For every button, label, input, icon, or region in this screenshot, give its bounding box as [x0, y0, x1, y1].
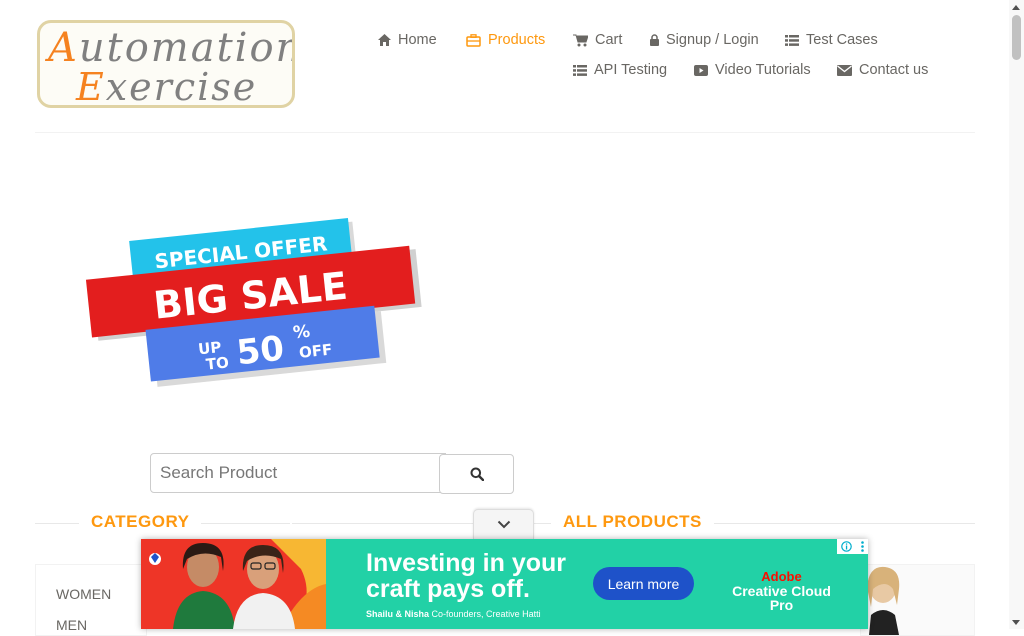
nav-products-label: Products	[488, 32, 546, 48]
ad-collapse-button[interactable]	[473, 509, 534, 539]
banner-amount: 50	[235, 329, 286, 374]
scroll-down-arrow-icon[interactable]	[1012, 620, 1020, 625]
page-scrollbar[interactable]	[1009, 0, 1024, 629]
nav-signup-login[interactable]: Signup / Login	[650, 32, 759, 48]
banner-to: TO	[205, 353, 230, 373]
more-options-icon	[860, 541, 864, 552]
nav-api-testing[interactable]: API Testing	[573, 62, 667, 78]
chevron-down-icon	[497, 520, 510, 529]
scroll-up-arrow-icon[interactable]	[1012, 5, 1020, 10]
banner-off: OFF	[298, 340, 333, 361]
nav-test-cases-label: Test Cases	[806, 32, 878, 48]
youtube-play-icon	[694, 64, 708, 76]
nav-test-cases[interactable]: Test Cases	[785, 32, 878, 48]
product-image	[861, 565, 974, 635]
advertisement-banner[interactable]: Investing in your craft pays off. Shailu…	[141, 539, 868, 629]
search-icon	[470, 467, 484, 481]
briefcase-icon	[466, 33, 481, 47]
ad-product-name: Creative Cloud Pro	[732, 583, 831, 613]
ad-photo	[141, 539, 326, 629]
nav-signup-login-label: Signup / Login	[666, 32, 759, 48]
nav-video-tutorials-label: Video Tutorials	[715, 62, 811, 78]
category-title: CATEGORY	[79, 512, 202, 532]
all-products-title: ALL PRODUCTS	[551, 512, 714, 532]
ad-headline-line-2: craft pays off.	[366, 575, 530, 603]
scroll-thumb[interactable]	[1012, 15, 1021, 60]
nav-products[interactable]: Products	[466, 32, 545, 48]
envelope-icon	[837, 64, 852, 76]
search-input[interactable]	[150, 453, 446, 493]
nav-cart-label: Cart	[595, 32, 623, 48]
info-icon	[841, 541, 853, 552]
ad-choices[interactable]	[837, 539, 868, 554]
cart-icon	[573, 34, 588, 46]
ad-brand: Adobe Creative Cloud Pro	[719, 569, 844, 613]
list-icon	[573, 64, 587, 76]
nav-cart[interactable]: Cart	[573, 32, 622, 48]
nav-video-tutorials[interactable]: Video Tutorials	[694, 62, 811, 78]
sale-banner: SPECIAL OFFER BIG SALE UP TO 50 % OFF	[85, 218, 422, 387]
adobe-logo-text: Adobe	[761, 569, 802, 584]
nav-home[interactable]: Home	[378, 32, 437, 48]
category-panel: WOMEN MEN	[35, 564, 147, 636]
ad-caption: Shailu & Nisha Co-founders, Creative Hat…	[366, 609, 541, 619]
ad-learn-more-button[interactable]: Learn more	[593, 567, 694, 600]
category-men[interactable]: MEN	[56, 617, 87, 633]
ad-headline: Investing in your craft pays off.	[366, 550, 596, 602]
ad-headline-line-1: Investing in your	[366, 549, 567, 577]
category-women[interactable]: WOMEN	[56, 586, 111, 602]
product-card	[860, 564, 975, 636]
list-icon	[785, 34, 799, 46]
banner-percent: %	[292, 322, 311, 344]
logo-line-2: Exercise	[76, 65, 258, 108]
site-logo[interactable]: Automation Exercise	[37, 20, 295, 108]
header-divider	[35, 132, 975, 133]
lock-icon	[650, 34, 659, 46]
search-button[interactable]	[439, 454, 514, 494]
nav-contact-us-label: Contact us	[859, 62, 929, 78]
nav-api-testing-label: API Testing	[594, 62, 668, 78]
home-icon	[378, 34, 391, 46]
nav-home-label: Home	[398, 32, 437, 48]
nav-contact-us[interactable]: Contact us	[837, 62, 928, 78]
